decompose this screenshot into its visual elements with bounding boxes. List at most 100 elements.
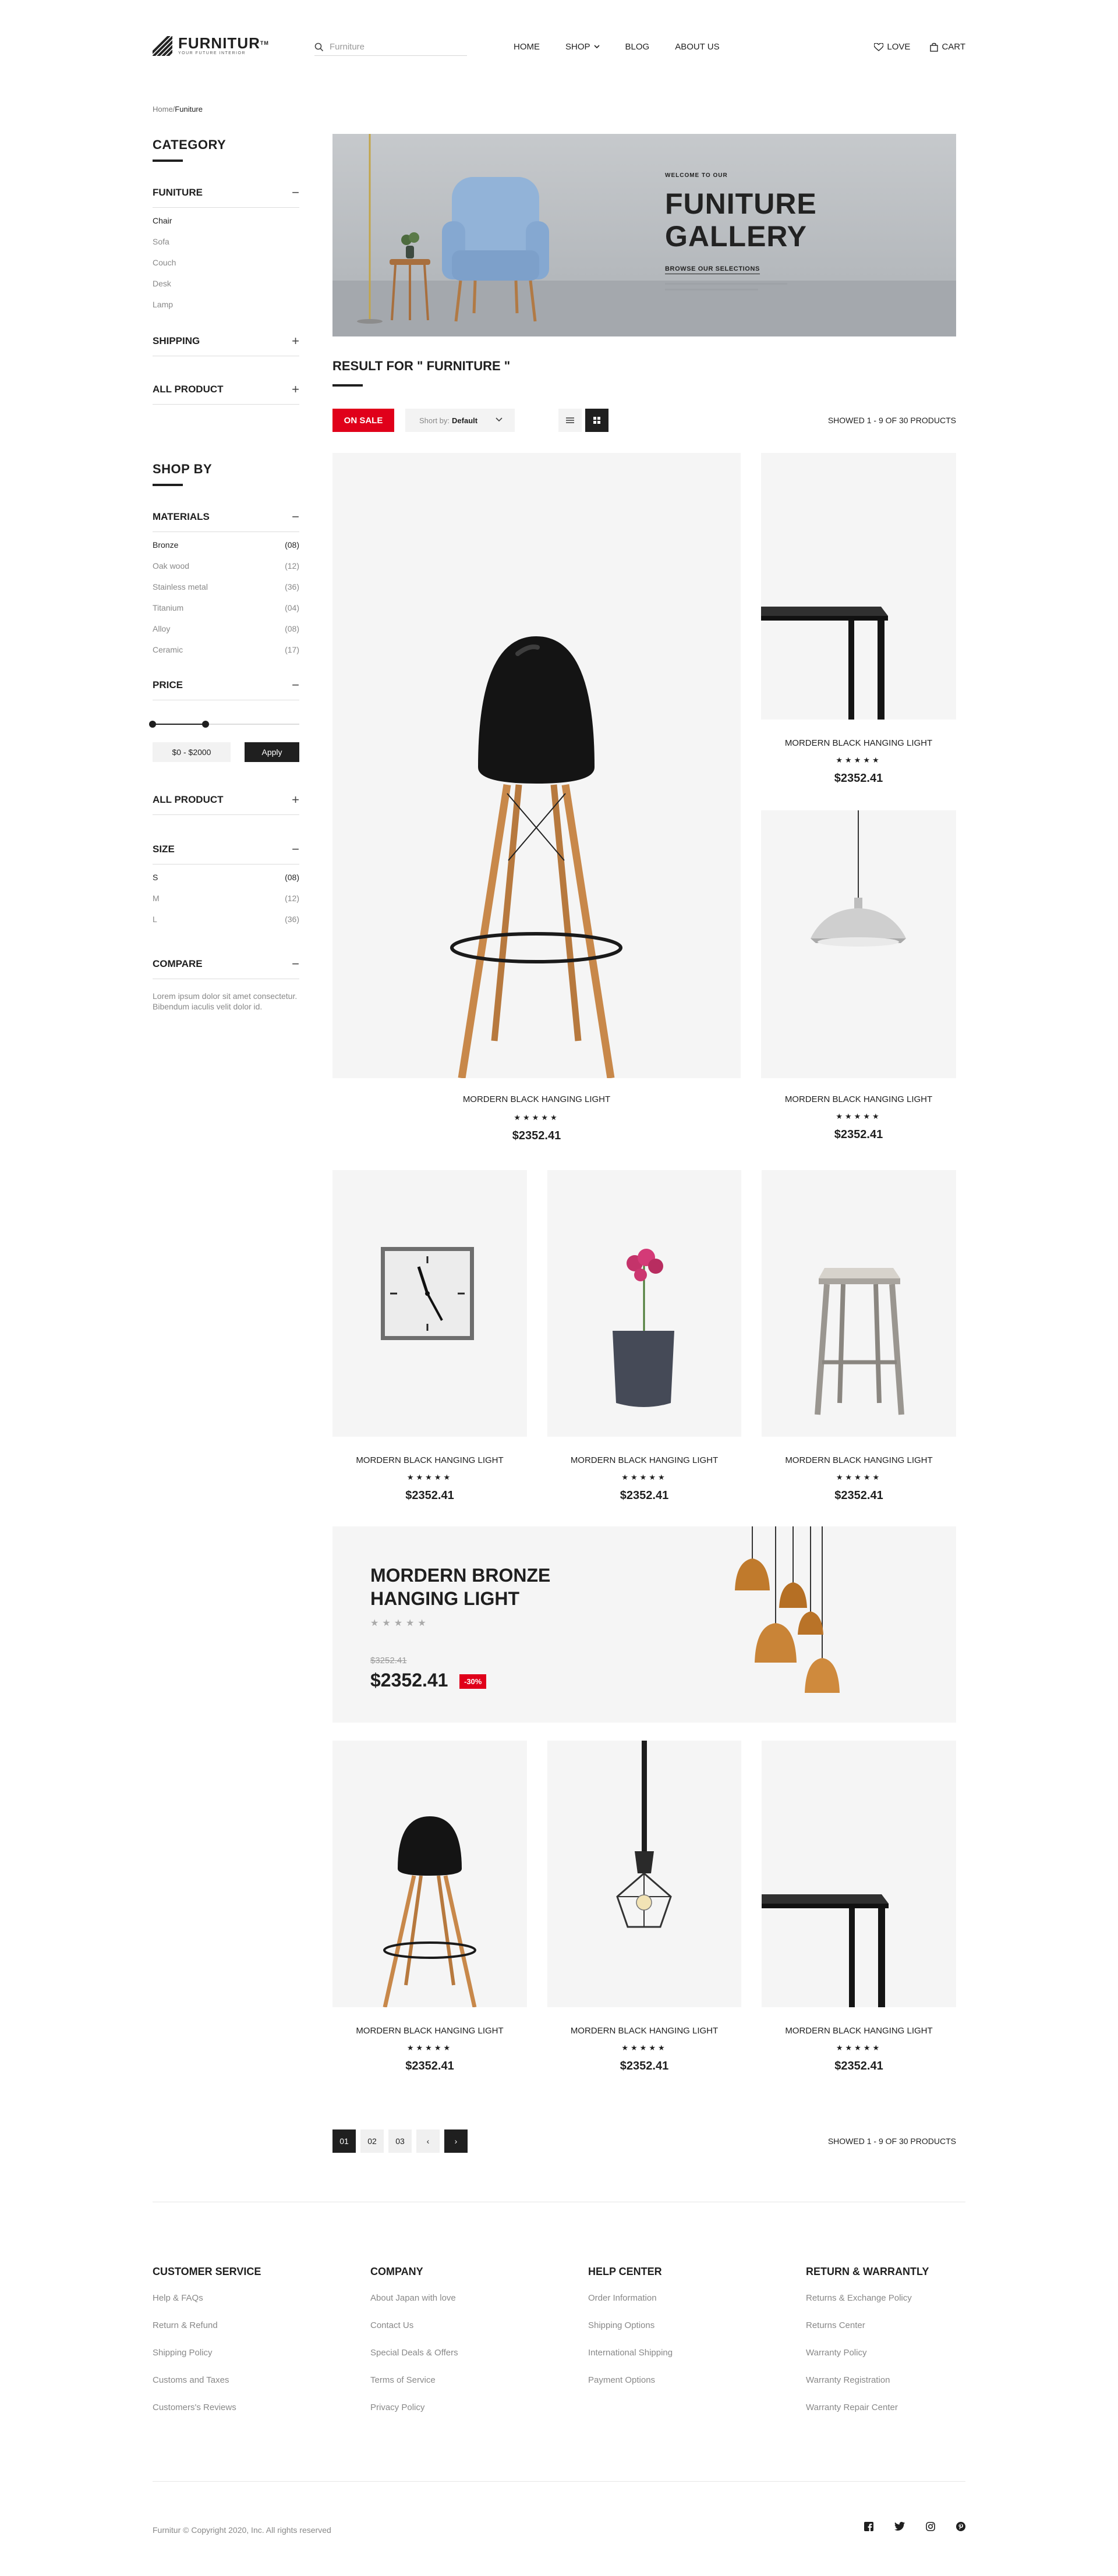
product-name: MORDERN BLACK HANGING LIGHT — [785, 2026, 933, 2036]
material-item[interactable]: Ceramic (17) — [153, 639, 299, 660]
category-item-desk[interactable]: Desk — [153, 273, 299, 294]
product-card[interactable]: MORDERN BLACK HANGING LIGHT ★★★★★ $2352.… — [762, 1741, 956, 2078]
logo[interactable]: FURNITURTM YOUR FUTURE INTERIOR — [153, 36, 269, 56]
footer-link[interactable]: Warranty Policy — [806, 2348, 981, 2375]
footer-column-customer-service: CUSTOMER SERVICE Help & FAQs Return & Re… — [153, 2266, 327, 2430]
prev-page-button[interactable]: ‹ — [416, 2129, 440, 2153]
nav-blog[interactable]: BLOG — [625, 42, 650, 52]
apply-button[interactable]: Apply — [245, 742, 299, 762]
minus-icon: − — [292, 678, 299, 692]
price-slider-handle-max[interactable] — [201, 721, 209, 728]
footer-link[interactable]: Shipping Policy — [153, 2348, 327, 2375]
footer-link[interactable]: Warranty Repair Center — [806, 2403, 981, 2430]
results-toolbar: ON SALE Short by: Default SHOWED 1 - 9 O… — [332, 409, 956, 432]
size-item[interactable]: M (12) — [153, 888, 299, 909]
accordion-materials[interactable]: MATERIALS − — [153, 509, 299, 532]
twitter-icon[interactable] — [894, 2522, 905, 2531]
results-count-bottom: SHOWED 1 - 9 OF 30 PRODUCTS — [827, 2136, 956, 2146]
footer-link[interactable]: Shipping Options — [588, 2320, 763, 2348]
product-card[interactable]: MORDERN BLACK HANGING LIGHT ★★★★★ $2352.… — [332, 1741, 527, 2078]
nav-about[interactable]: ABOUT US — [675, 42, 719, 52]
footer-link[interactable]: Special Deals & Offers — [370, 2348, 545, 2375]
material-item[interactable]: Oak wood (12) — [153, 555, 299, 576]
product-card[interactable]: MORDERN BLACK HANGING LIGHT ★★★★★ $2352.… — [762, 1170, 956, 1508]
list-view-button[interactable] — [558, 409, 582, 432]
promo-banner[interactable]: MORDERN BRONZE HANGING LIGHT ★★★★★ $3252… — [332, 1526, 956, 1723]
accordion-compare[interactable]: COMPARE − — [153, 956, 299, 979]
grid-view-button[interactable] — [585, 409, 608, 432]
accordion-size[interactable]: SIZE − — [153, 842, 299, 864]
shopby-underline — [153, 484, 183, 486]
footer-link[interactable]: About Japan with love — [370, 2293, 545, 2320]
category-item-sofa[interactable]: Sofa — [153, 231, 299, 252]
on-sale-button[interactable]: ON SALE — [332, 409, 394, 432]
size-count: (08) — [285, 873, 299, 882]
accordion-all-product[interactable]: ALL PRODUCT + — [153, 382, 299, 405]
material-item[interactable]: Alloy (08) — [153, 618, 299, 639]
category-item-lamp[interactable]: Lamp — [153, 294, 299, 315]
sort-dropdown[interactable]: Short by: Default — [405, 409, 515, 432]
promo-rating: ★★★★★ — [370, 1618, 430, 1628]
footer-link[interactable]: Order Information — [588, 2293, 763, 2320]
product-price: $2352.41 — [834, 772, 883, 785]
accordion-shipping-label: SHIPPING — [153, 335, 200, 346]
product-card[interactable]: MORDERN BLACK HANGING LIGHT ★★★★★ $2352.… — [547, 1741, 741, 2078]
footer-link[interactable]: Contact Us — [370, 2320, 545, 2348]
breadcrumb-home[interactable]: Home/ — [153, 105, 175, 114]
footer-link[interactable]: Privacy Policy — [370, 2403, 545, 2430]
product-card[interactable]: MORDERN BLACK HANGING LIGHT ★★★★★ $2352.… — [332, 1170, 527, 1508]
next-page-button[interactable]: › — [444, 2129, 468, 2153]
accordion-funiture[interactable]: FUNITURE − — [153, 185, 299, 208]
nav-shop[interactable]: SHOP — [565, 42, 600, 52]
page-1-button[interactable]: 01 — [332, 2129, 356, 2153]
size-name: M — [153, 894, 160, 903]
product-image — [332, 1170, 527, 1437]
instagram-icon[interactable] — [926, 2522, 935, 2531]
material-item[interactable]: Titanium (04) — [153, 597, 299, 618]
breadcrumb-current: Funiture — [175, 105, 203, 114]
hero-browse-link[interactable]: BROWSE OUR SELECTIONS — [665, 265, 760, 274]
results-count: SHOWED 1 - 9 OF 30 PRODUCTS — [827, 416, 956, 425]
footer-link[interactable]: Terms of Service — [370, 2375, 545, 2403]
nav-home[interactable]: HOME — [514, 42, 540, 52]
material-item[interactable]: Stainless metal (36) — [153, 576, 299, 597]
footer-link[interactable]: Customers's Reviews — [153, 2403, 327, 2430]
price-slider-track[interactable] — [149, 721, 299, 728]
product-card[interactable]: MORDERN BLACK HANGING LIGHT ★★★★★ $2352.… — [547, 1170, 741, 1508]
accordion-shipping[interactable]: SHIPPING + — [153, 334, 299, 356]
main-nav: HOME SHOP BLOG ABOUT US — [514, 42, 720, 52]
product-price: $2352.41 — [834, 2060, 883, 2072]
search-input[interactable] — [330, 42, 452, 52]
footer-link[interactable]: Returns Center — [806, 2320, 981, 2348]
product-card[interactable]: MORDERN BLACK HANGING LIGHT ★★★★★ $2352.… — [761, 453, 956, 791]
facebook-icon[interactable] — [864, 2522, 873, 2531]
page-3-button[interactable]: 03 — [388, 2129, 412, 2153]
love-link[interactable]: LOVE — [874, 42, 910, 52]
accordion-price-label: PRICE — [153, 679, 183, 690]
category-item-label: Couch — [153, 258, 176, 267]
size-item[interactable]: L (36) — [153, 909, 299, 930]
footer-link[interactable]: Returns & Exchange Policy — [806, 2293, 981, 2320]
footer-column-title: HELP CENTER — [588, 2266, 662, 2277]
category-item-couch[interactable]: Couch — [153, 252, 299, 273]
product-card[interactable]: MORDERN BLACK HANGING LIGHT ★★★★★ $2352.… — [332, 453, 741, 1148]
product-card[interactable]: MORDERN BLACK HANGING LIGHT ★★★★★ $2352.… — [761, 810, 956, 1148]
search-icon[interactable] — [314, 42, 324, 52]
pinterest-icon[interactable] — [956, 2522, 965, 2531]
footer-link[interactable]: Return & Refund — [153, 2320, 327, 2348]
category-item-chair[interactable]: Chair — [153, 210, 299, 231]
footer-link[interactable]: Payment Options — [588, 2375, 763, 2403]
footer-link[interactable]: Customs and Taxes — [153, 2375, 327, 2403]
accordion-price[interactable]: PRICE − — [153, 678, 299, 700]
accordion-all-product-2[interactable]: ALL PRODUCT + — [153, 792, 299, 815]
price-slider-handle-min[interactable] — [149, 721, 156, 728]
material-item[interactable]: Bronze (08) — [153, 534, 299, 555]
size-item[interactable]: S (08) — [153, 867, 299, 888]
logo-tm: TM — [260, 40, 269, 46]
footer-link[interactable]: Help & FAQs — [153, 2293, 327, 2320]
footer-link[interactable]: Warranty Registration — [806, 2375, 981, 2403]
cart-link[interactable]: CART — [930, 42, 965, 52]
category-underline — [153, 160, 183, 162]
footer-link[interactable]: International Shipping — [588, 2348, 763, 2375]
page-2-button[interactable]: 02 — [360, 2129, 384, 2153]
